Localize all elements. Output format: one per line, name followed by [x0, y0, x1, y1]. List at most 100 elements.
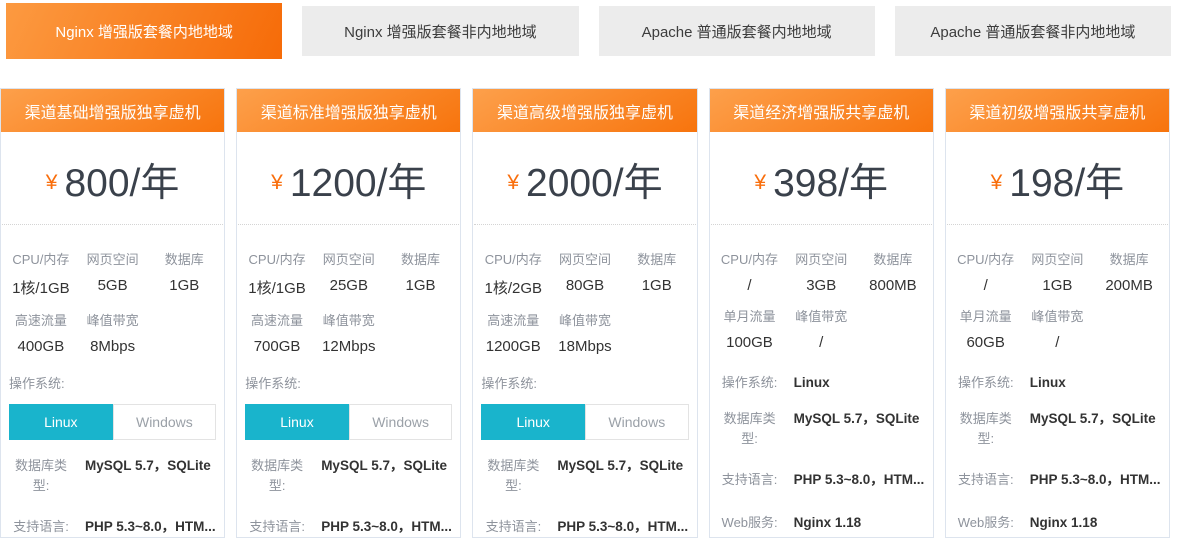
os-label: 操作系统: — [718, 373, 782, 393]
spec-value: 800MB — [857, 268, 929, 294]
price-amount: 800 — [64, 162, 129, 205]
currency-symbol: ¥ — [507, 171, 519, 194]
web-server-label: Web服务: — [718, 513, 782, 533]
spec-value: 3GB — [785, 268, 857, 294]
spec-value: 400GB — [5, 329, 77, 355]
os-button-windows[interactable]: Windows — [113, 404, 217, 440]
price-unit: /年 — [377, 162, 427, 205]
plan-title: 渠道标准增强版独享虚机 — [237, 89, 460, 132]
spec-label: 网页空间 — [549, 237, 621, 268]
spec-value: 1核/2GB — [477, 268, 549, 298]
languages-label: 支持语言: — [9, 517, 73, 537]
price-unit: /年 — [838, 162, 888, 205]
spec-label: 网页空间 — [77, 237, 149, 268]
plan-cards: 渠道基础增强版独享虚机 ¥800/年 CPU/内存1核/1GB 网页空间5GB … — [0, 88, 1179, 538]
spec-label: 高速流量 — [241, 298, 313, 329]
db-type-label: 数据库类型: — [245, 456, 309, 495]
spec-value: 80GB — [549, 268, 621, 294]
os-button-linux[interactable]: Linux — [245, 404, 349, 440]
tab-apache-basic-mainland[interactable]: Apache 普通版套餐内地地域 — [599, 6, 875, 56]
spec-label: 单月流量 — [950, 294, 1022, 325]
spec-grid: CPU/内存/ 网页空间1GB 数据库200MB 单月流量60GB 峰值带宽/ — [946, 225, 1169, 351]
os-label: 操作系统: — [237, 355, 460, 392]
spec-value: 8Mbps — [77, 329, 149, 355]
os-button-linux[interactable]: Linux — [9, 404, 113, 440]
tab-nginx-enhanced-non-mainland[interactable]: Nginx 增强版套餐非内地地域 — [302, 6, 578, 56]
plan-title: 渠道基础增强版独享虚机 — [1, 89, 224, 132]
spec-label: 数据库 — [621, 237, 693, 268]
spec-label: 数据库 — [148, 237, 220, 268]
tab-apache-basic-non-mainland[interactable]: Apache 普通版套餐非内地地域 — [895, 6, 1171, 56]
spec-grid: CPU/内存1核/2GB 网页空间80GB 数据库1GB 高速流量1200GB … — [473, 225, 696, 355]
price-amount: 398 — [773, 162, 838, 205]
db-type-value: MySQL 5.7，SQLite — [782, 409, 920, 429]
price-unit: /年 — [613, 162, 663, 205]
languages-value: PHP 5.3~8.0，HTM... — [545, 517, 688, 537]
spec-value: 1GB — [1022, 268, 1094, 294]
os-button-windows[interactable]: Windows — [585, 404, 689, 440]
os-label: 操作系统: — [473, 355, 696, 392]
languages-label: 支持语言: — [954, 470, 1018, 490]
spec-label: 网页空间 — [1022, 237, 1094, 268]
plan-card-entry: 渠道初级增强版共享虚机 ¥198/年 CPU/内存/ 网页空间1GB 数据库20… — [945, 88, 1170, 538]
spec-label: 高速流量 — [5, 298, 77, 329]
languages-row: 支持语言:PHP 5.3~8.0，HTM... — [710, 470, 933, 490]
languages-value: PHP 5.3~8.0，HTM... — [782, 470, 925, 490]
db-type-row: 数据库类型:MySQL 5.7，SQLite — [473, 456, 696, 495]
spec-value: 200MB — [1093, 268, 1165, 294]
spec-label: 数据库 — [857, 237, 929, 268]
os-value: Linux — [1018, 373, 1066, 393]
spec-value: 100GB — [714, 325, 786, 351]
spec-value: 12Mbps — [313, 329, 385, 355]
spec-label: 数据库 — [385, 237, 457, 268]
languages-row: 支持语言:PHP 5.3~8.0，HTM... — [237, 517, 460, 537]
web-server-row: Web服务:Nginx 1.18 — [710, 513, 933, 533]
db-type-label: 数据库类型: — [954, 409, 1018, 448]
spec-label: 高速流量 — [477, 298, 549, 329]
db-type-row: 数据库类型:MySQL 5.7，SQLite — [237, 456, 460, 495]
tab-nginx-enhanced-mainland[interactable]: Nginx 增强版套餐内地地域 — [6, 3, 282, 59]
languages-label: 支持语言: — [481, 517, 545, 537]
spec-value: / — [1022, 325, 1094, 351]
price-unit: /年 — [130, 162, 180, 205]
spec-label: CPU/内存 — [714, 237, 786, 268]
os-switcher: Linux Windows — [245, 404, 452, 440]
spec-value: 5GB — [77, 268, 149, 294]
price-amount: 198 — [1009, 162, 1074, 205]
spec-grid: CPU/内存1核/1GB 网页空间5GB 数据库1GB 高速流量400GB 峰值… — [1, 225, 224, 355]
plan-card-advanced: 渠道高级增强版独享虚机 ¥2000/年 CPU/内存1核/2GB 网页空间80G… — [472, 88, 697, 538]
spec-value: 1GB — [621, 268, 693, 294]
spec-grid: CPU/内存/ 网页空间3GB 数据库800MB 单月流量100GB 峰值带宽/ — [710, 225, 933, 351]
spec-value: 25GB — [313, 268, 385, 294]
plan-price: ¥2000/年 — [474, 132, 695, 225]
os-switcher: Linux Windows — [9, 404, 216, 440]
spec-label: 峰值带宽 — [785, 294, 857, 325]
package-tabs: Nginx 增强版套餐内地地域 Nginx 增强版套餐非内地地域 Apache … — [0, 0, 1179, 62]
db-type-label: 数据库类型: — [718, 409, 782, 448]
spec-label: CPU/内存 — [5, 237, 77, 268]
os-button-windows[interactable]: Windows — [349, 404, 453, 440]
spec-label: 峰值带宽 — [549, 298, 621, 329]
spec-grid: CPU/内存1核/1GB 网页空间25GB 数据库1GB 高速流量700GB 峰… — [237, 225, 460, 355]
plan-price: ¥398/年 — [711, 132, 932, 225]
db-type-label: 数据库类型: — [9, 456, 73, 495]
languages-label: 支持语言: — [718, 470, 782, 490]
plan-price: ¥1200/年 — [238, 132, 459, 225]
spec-label: 单月流量 — [714, 294, 786, 325]
web-server-row: Web服务:Nginx 1.18 — [946, 513, 1169, 533]
price-unit: /年 — [1074, 162, 1124, 205]
languages-row: 支持语言:PHP 5.3~8.0，HTM... — [946, 470, 1169, 490]
plan-title: 渠道高级增强版独享虚机 — [473, 89, 696, 132]
plan-card-economy: 渠道经济增强版共享虚机 ¥398/年 CPU/内存/ 网页空间3GB 数据库80… — [709, 88, 934, 538]
price-amount: 1200 — [290, 162, 377, 205]
spec-label: 网页空间 — [785, 237, 857, 268]
spec-label: CPU/内存 — [241, 237, 313, 268]
languages-value: PHP 5.3~8.0，HTM... — [1018, 470, 1161, 490]
spec-value: 1200GB — [477, 329, 549, 355]
db-type-row: 数据库类型:MySQL 5.7，SQLite — [710, 409, 933, 448]
os-button-linux[interactable]: Linux — [481, 404, 585, 440]
spec-label: 数据库 — [1093, 237, 1165, 268]
plan-title: 渠道初级增强版共享虚机 — [946, 89, 1169, 132]
os-label: 操作系统: — [954, 373, 1018, 393]
db-type-row: 数据库类型:MySQL 5.7，SQLite — [946, 409, 1169, 448]
